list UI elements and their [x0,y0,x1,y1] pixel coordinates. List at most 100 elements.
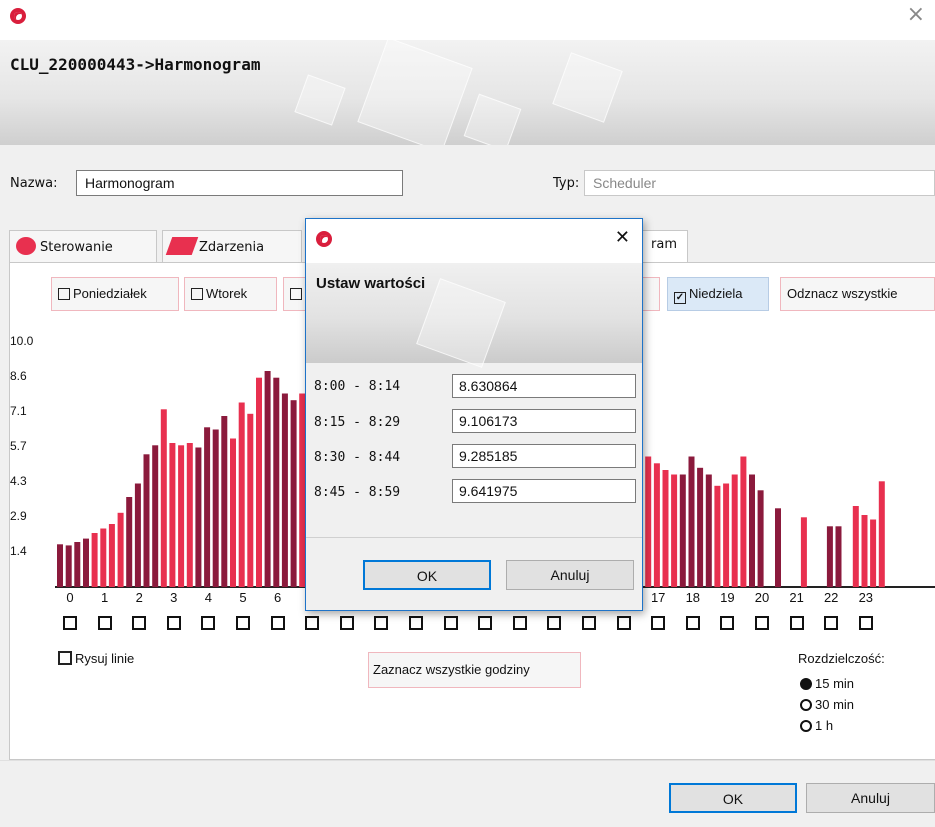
chart-bar[interactable] [800,517,807,588]
hour-select-checkbox[interactable] [720,616,735,630]
hour-select-checkbox[interactable] [339,616,354,630]
hour-select-checkbox[interactable] [685,616,700,630]
hour-select-checkbox[interactable] [374,616,389,630]
dialog-cancel-button[interactable]: Anuluj [506,560,634,590]
dialog-ok-button[interactable]: OK [363,560,491,590]
day-tuesday-button[interactable]: Wtorek [184,277,277,311]
chart-bar[interactable] [705,474,712,588]
chart-bar[interactable] [826,526,833,588]
chart-bar[interactable] [723,483,730,588]
close-icon[interactable]: × [907,2,925,27]
chart-bar[interactable] [653,463,660,588]
hour-select-checkbox[interactable] [858,616,873,630]
chart-bar[interactable] [749,474,755,588]
chart-bar[interactable] [83,538,89,587]
chart-bar[interactable] [697,467,704,588]
chart-bar[interactable] [160,409,167,588]
chart-bar[interactable] [688,456,695,588]
chart-bar[interactable] [662,470,669,587]
hour-select-checkbox[interactable] [755,616,769,630]
value-field[interactable]: 8.630864 [452,374,636,398]
chart-bar[interactable] [671,474,678,588]
hour-select-checkbox[interactable] [478,616,493,630]
hour-select-checkbox[interactable] [409,616,423,630]
chart-bar[interactable] [714,485,721,588]
chart-bar[interactable] [775,508,781,588]
cancel-button[interactable]: Anuluj [806,783,935,813]
hour-select-checkbox[interactable] [201,616,216,630]
name-field[interactable]: Harmonogram [76,170,403,196]
hour-select-checkbox[interactable] [166,616,181,630]
chart-bar[interactable] [186,443,193,587]
hour-select-checkbox[interactable] [582,616,596,630]
chart-bar[interactable] [230,438,236,588]
day-monday-button[interactable]: Poniedziałek [51,277,179,311]
chart-bar[interactable] [256,377,262,587]
chart-bar[interactable] [74,542,81,587]
day-sunday-button[interactable]: ✓ Niedziela [667,277,769,311]
chart-bar[interactable] [134,483,141,588]
chart-bar[interactable] [195,447,202,588]
chart-bar[interactable] [835,526,842,588]
hour-select-checkbox[interactable] [270,616,285,630]
dialog-banner: Ustaw wartości [306,263,642,368]
hour-select-checkbox[interactable] [789,616,804,630]
chart-bar[interactable] [740,456,747,588]
resolution-1h[interactable]: 1 h [800,718,833,733]
hour-select-checkbox[interactable] [63,616,77,630]
chart-bar[interactable] [108,524,115,587]
draw-lines-checkbox[interactable]: Rysuj linie [58,651,134,666]
chart-bar[interactable] [117,512,124,588]
chart-bar[interactable] [126,497,133,587]
chart-bar[interactable] [100,528,107,588]
chart-bar[interactable] [679,474,686,588]
tab-zdarzenia[interactable]: Zdarzenia [162,230,302,262]
chart-bar[interactable] [757,490,764,588]
ok-button[interactable]: OK [669,783,797,813]
chart-bar[interactable] [247,413,254,588]
hour-select-checkbox[interactable] [236,616,250,630]
chart-bar[interactable] [290,400,297,587]
chart-bar[interactable] [152,445,159,588]
chart-bar[interactable] [852,506,859,587]
chart-bar[interactable] [281,393,288,588]
chart-bar[interactable] [870,519,877,588]
hour-select-checkbox[interactable] [824,616,839,630]
hour-select-checkbox[interactable] [305,616,320,630]
tab-sterowanie[interactable]: Sterowanie [9,230,157,262]
hour-select-checkbox[interactable] [512,616,527,630]
chart-bar[interactable] [204,427,211,588]
chart-bar[interactable] [731,474,738,588]
chart-bar[interactable] [91,533,98,587]
chart-bar[interactable] [238,402,245,588]
dialog-title: Ustaw wartości [316,275,426,292]
chart-bar[interactable] [212,429,219,588]
chart-bar[interactable] [178,445,185,588]
chart-bar[interactable] [169,443,176,587]
hour-select-checkbox[interactable] [651,616,666,630]
resolution-30min[interactable]: 30 min [800,697,854,712]
select-all-hours-button[interactable]: Zaznacz wszystkie godziny [368,652,581,688]
hour-select-checkbox[interactable] [547,616,562,630]
chart-bar[interactable] [65,545,72,587]
chart-bar[interactable] [57,544,63,588]
unselect-all-button[interactable]: Odznacz wszystkie [780,277,935,311]
value-field[interactable]: 9.285185 [452,444,636,468]
chart-bar[interactable] [264,371,271,587]
chart-bar[interactable] [861,515,868,587]
value-field[interactable]: 9.641975 [452,479,636,503]
dialog-close-icon[interactable]: ✕ [615,227,630,248]
interval-label: 8:45 - 8:59 [314,485,401,500]
chart-bar[interactable] [645,456,652,588]
x-tick-label: 18 [685,590,701,605]
chart-bar[interactable] [143,454,150,588]
chart-bar[interactable] [878,481,885,588]
hour-select-checkbox[interactable] [97,616,112,630]
hour-select-checkbox[interactable] [616,616,631,630]
value-field[interactable]: 9.106173 [452,409,636,433]
chart-bar[interactable] [273,377,280,587]
chart-bar[interactable] [221,416,228,587]
resolution-15min[interactable]: 15 min [800,676,854,691]
hour-select-checkbox[interactable] [132,616,147,630]
hour-select-checkbox[interactable] [443,616,458,630]
